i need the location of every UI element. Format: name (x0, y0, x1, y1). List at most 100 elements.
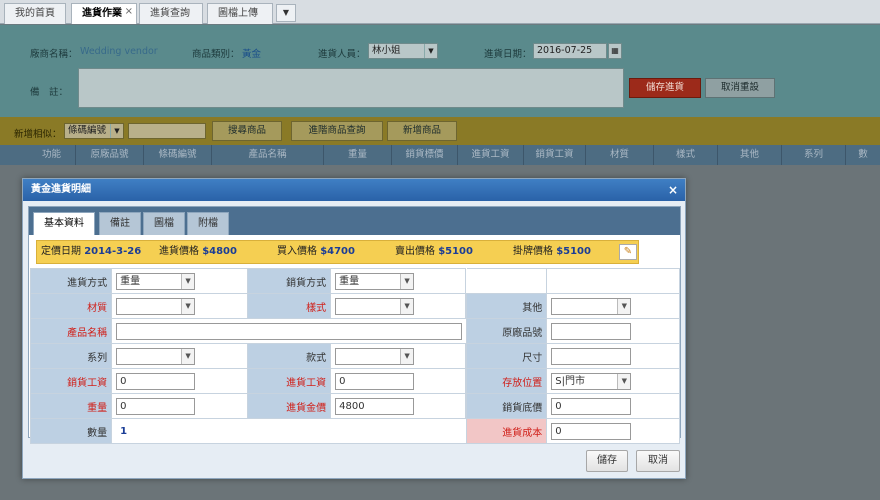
chevron-down-icon: ▼ (617, 298, 631, 314)
material-select[interactable]: ▼ (116, 297, 196, 315)
storage-location-select[interactable]: S|門市 ▼ (551, 372, 632, 390)
purchase-wage-cell: 0 (330, 368, 467, 394)
vendor-code-input[interactable] (551, 322, 632, 340)
price-date-value: 2014-3-26 (84, 246, 142, 257)
tab-image-upload[interactable]: 圖檔上傳 (207, 3, 273, 24)
col-sales-tag-price: 銷貨標價 (392, 145, 458, 165)
col-other: 其他 (718, 145, 782, 165)
advanced-search-button[interactable]: 進階商品查詢 (291, 121, 383, 141)
product-name-input[interactable] (116, 322, 463, 340)
price-info-bar: 定價日期 2014-3-26 進貨價格 $4800 買入價格 $4700 賣出價… (36, 240, 639, 264)
model-select[interactable]: ▼ (335, 347, 415, 365)
col-weight: 重量 (324, 145, 392, 165)
note-label: 備 註： (30, 87, 69, 98)
purchase-price-value: $4800 (202, 246, 237, 257)
sale-method-select[interactable]: 重量 ▼ (335, 272, 415, 290)
sales-floor-price-label: 銷貨底價 (466, 393, 548, 419)
date-input-value: 2016-07-25 (537, 45, 593, 56)
size-input[interactable] (551, 347, 632, 365)
weight-input[interactable]: 0 (116, 397, 196, 415)
tab-purchase-query-label: 進貨查詢 (150, 8, 190, 19)
model-cell: ▼ (330, 343, 467, 369)
other-select[interactable]: ▼ (551, 297, 632, 315)
storage-location-cell: S|門市 ▼ (546, 368, 680, 394)
detail-tab-bar: 基本資料 備註 圖檔 附檔 (29, 207, 680, 235)
purchase-amount-cell: 4800 (330, 393, 467, 419)
tab-image-upload-label: 圖檔上傳 (218, 8, 258, 19)
close-icon[interactable]: × (668, 179, 678, 201)
purchase-method-cell: 重量 ▼ (111, 268, 249, 294)
save-button[interactable]: 儲存 (586, 450, 628, 472)
sales-wage-cell: 0 (111, 368, 249, 394)
tab-menu-dropdown[interactable]: ▼ (276, 4, 296, 22)
dialog-content-panel: 基本資料 備註 圖檔 附檔 定價日期 2014-3-26 進貨價格 $4800 … (28, 206, 681, 444)
quantity-value: 1 (120, 425, 128, 437)
tab-basic-info[interactable]: 基本資料 (33, 212, 95, 235)
chevron-down-icon: ▼ (424, 44, 437, 58)
close-icon[interactable]: × (125, 2, 133, 21)
col-function: 功能 (28, 145, 76, 165)
staff-select[interactable]: 林小姐 ▼ (368, 43, 438, 59)
quantity-cell: 1 (111, 418, 468, 444)
category-label: 商品類別： (192, 49, 240, 60)
sales-floor-price-cell: 0 (546, 393, 680, 419)
new-product-button[interactable]: 新增商品 (387, 121, 457, 141)
purchase-cost-label: 進貨成本 (466, 418, 548, 444)
vendor-value: Wedding vendor (80, 46, 158, 57)
chevron-down-icon: ▼ (282, 8, 290, 17)
pencil-icon[interactable]: ✎ (619, 244, 637, 260)
tab-home[interactable]: 我的首頁 (4, 3, 66, 24)
table-row: 進貨方式 重量 ▼ 銷貨方式 重量 ▼ (29, 268, 680, 294)
material-label: 材質 (29, 293, 113, 319)
dialog-title-bar: 黃金進貨明細 × (23, 179, 685, 201)
save-purchase-button[interactable]: 儲存進貨 (629, 78, 701, 98)
col-style: 樣式 (654, 145, 718, 165)
sales-wage-input[interactable]: 0 (116, 372, 196, 390)
tab-home-label: 我的首頁 (15, 8, 55, 19)
table-row: 系列 ▼ 款式 ▼ 尺寸 (29, 343, 680, 369)
series-select[interactable]: ▼ (116, 347, 196, 365)
dialog-title: 黃金進貨明細 (31, 184, 91, 195)
tab-attachments[interactable]: 附檔 (187, 212, 229, 235)
style-cell: ▼ (330, 293, 467, 319)
calendar-icon[interactable]: ▦ (608, 43, 622, 59)
add-similar-select[interactable]: 條碼編號 ▼ (64, 123, 124, 139)
sales-wage-label: 銷貨工資 (29, 368, 113, 394)
date-input[interactable]: 2016-07-25 (533, 43, 607, 59)
staff-label: 進貨人員： (318, 49, 366, 60)
col-sales-wage: 銷貨工資 (524, 145, 586, 165)
col-product-name: 產品名稱 (212, 145, 324, 165)
buy-price: 買入價格 $4700 (277, 241, 355, 263)
purchase-wage-input[interactable]: 0 (335, 372, 415, 390)
chevron-down-icon: ▼ (181, 273, 195, 289)
category-value: 黃金 (242, 49, 262, 60)
cancel-reset-button[interactable]: 取消重設 (705, 78, 775, 98)
series-label: 系列 (29, 343, 113, 369)
sales-floor-price-input[interactable]: 0 (551, 397, 632, 415)
style-select[interactable]: ▼ (335, 297, 415, 315)
purchase-method-select[interactable]: 重量 ▼ (116, 272, 196, 290)
tab-purchase[interactable]: 進貨作業 × (71, 3, 137, 24)
purchase-amount-input[interactable]: 4800 (335, 397, 415, 415)
tab-images[interactable]: 圖檔 (143, 212, 185, 235)
series-cell: ▼ (111, 343, 249, 369)
tab-notes[interactable]: 備註 (99, 212, 141, 235)
cancel-button[interactable]: 取消 (636, 450, 680, 472)
vendor-code-label: 原廠品號 (466, 318, 548, 344)
tag-price-label: 掛牌價格 (513, 246, 553, 257)
col-material: 材質 (586, 145, 654, 165)
col-series: 系列 (782, 145, 846, 165)
search-product-button[interactable]: 搜尋商品 (212, 121, 282, 141)
table-row: 銷貨工資 0 進貨工資 0 存放位置 S|門市 ▼ (29, 368, 680, 394)
buy-price-label: 買入價格 (277, 246, 317, 257)
weight-cell: 0 (111, 393, 249, 419)
tab-purchase-query[interactable]: 進貨查詢 (139, 3, 203, 24)
barcode-input[interactable] (128, 123, 206, 139)
purchase-cost-input[interactable]: 0 (551, 422, 632, 440)
material-cell: ▼ (111, 293, 249, 319)
add-similar-select-value: 條碼編號 (68, 125, 107, 136)
col-purchase-wage: 進貨工資 (458, 145, 524, 165)
note-textarea[interactable] (78, 68, 624, 108)
purchase-wage-label: 進貨工資 (247, 368, 332, 394)
chevron-down-icon: ▼ (181, 348, 195, 364)
